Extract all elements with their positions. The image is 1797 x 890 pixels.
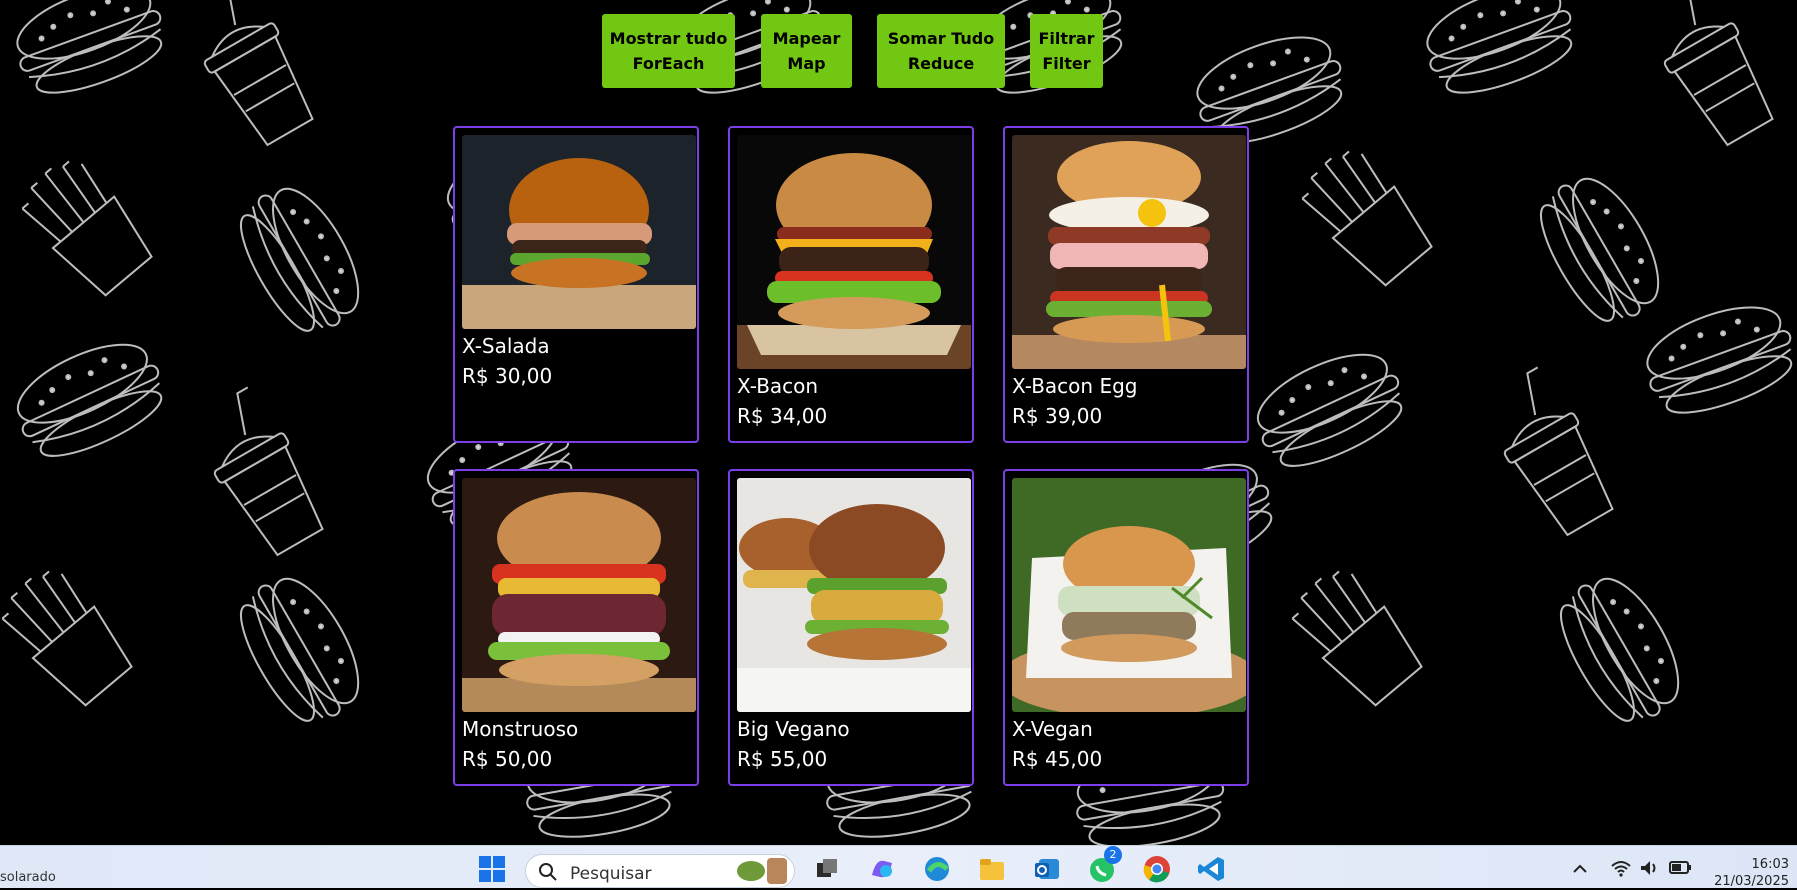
- button-label-line2: Map: [787, 54, 826, 73]
- system-clock[interactable]: 16:03 21/03/2025: [1714, 856, 1789, 890]
- edge-browser-icon[interactable]: [921, 853, 953, 885]
- button-label-line2: Reduce: [907, 54, 975, 73]
- whatsapp-notification-badge: 2: [1104, 846, 1122, 864]
- task-view-icon[interactable]: [811, 853, 843, 885]
- taskbar-search-input[interactable]: Pesquisar: [525, 854, 795, 888]
- product-name: X-Bacon Egg: [1012, 374, 1138, 398]
- product-card-x-bacon[interactable]: X-Bacon R$ 34,00: [728, 126, 974, 443]
- map-button[interactable]: Mapear Map: [761, 14, 852, 88]
- search-icon: [539, 863, 557, 881]
- product-name: Monstruoso: [462, 717, 579, 741]
- clock-time: 16:03: [1751, 857, 1789, 872]
- action-buttons: Mostrar tudo ForEach Mapear Map Somar Tu…: [0, 14, 1797, 88]
- wifi-icon[interactable]: [1610, 858, 1632, 878]
- burger-photo: [462, 478, 696, 712]
- clock-date: 21/03/2025: [1714, 874, 1789, 889]
- button-label-line1: Somar Tudo: [887, 29, 995, 48]
- reduce-button[interactable]: Somar Tudo Reduce: [877, 14, 1005, 88]
- product-name: X-Salada: [462, 334, 550, 358]
- product-price: R$ 34,00: [737, 404, 828, 428]
- file-explorer-icon[interactable]: [976, 853, 1008, 885]
- product-price: R$ 55,00: [737, 747, 828, 771]
- volume-icon[interactable]: [1638, 858, 1660, 878]
- product-price: R$ 39,00: [1012, 404, 1103, 428]
- filter-button[interactable]: Filtrar Filter: [1030, 14, 1103, 88]
- button-label-line1: Mostrar tudo: [609, 29, 728, 48]
- search-placeholder: Pesquisar: [570, 864, 652, 884]
- product-name: X-Vegan: [1012, 717, 1093, 741]
- chevron-up-icon[interactable]: [1570, 859, 1590, 879]
- vscode-icon[interactable]: [1196, 853, 1228, 885]
- product-price: R$ 45,00: [1012, 747, 1103, 771]
- product-card-x-bacon-egg[interactable]: X-Bacon Egg R$ 39,00: [1003, 126, 1249, 443]
- product-card-x-vegan[interactable]: X-Vegan R$ 45,00: [1003, 469, 1249, 786]
- copilot-icon[interactable]: [866, 853, 898, 885]
- burger-photo: [737, 135, 971, 369]
- battery-icon[interactable]: [1668, 859, 1692, 877]
- button-label-line1: Mapear: [772, 29, 841, 48]
- whatsapp-icon[interactable]: 2: [1086, 846, 1122, 885]
- button-label-line2: Filter: [1042, 54, 1091, 73]
- button-label-line1: Filtrar: [1038, 29, 1095, 48]
- button-label-line2: ForEach: [632, 54, 705, 73]
- product-card-big-vegano[interactable]: Big Vegano R$ 55,00: [728, 469, 974, 786]
- taskbar: solarado Pesquisar 2 16:03 21/03/2025: [0, 845, 1797, 890]
- app: Mostrar tudo ForEach Mapear Map Somar Tu…: [0, 0, 1797, 845]
- burger-photo: [1012, 135, 1246, 369]
- product-card-x-salada[interactable]: X-Salada R$ 30,00: [453, 126, 699, 443]
- product-card-monstruoso[interactable]: Monstruoso R$ 50,00: [453, 469, 699, 786]
- product-name: X-Bacon: [737, 374, 819, 398]
- taskbar-left-label: solarado: [0, 870, 56, 885]
- burger-photo: [462, 135, 696, 329]
- search-highlight-icon: [737, 858, 787, 884]
- windows-start-icon[interactable]: [476, 853, 508, 885]
- outlook-icon[interactable]: [1031, 853, 1063, 885]
- product-name: Big Vegano: [737, 717, 850, 741]
- product-price: R$ 30,00: [462, 364, 553, 388]
- foreach-button[interactable]: Mostrar tudo ForEach: [602, 14, 735, 88]
- product-price: R$ 50,00: [462, 747, 553, 771]
- burger-photo: [1012, 478, 1246, 712]
- burger-photo: [737, 478, 971, 712]
- chrome-icon[interactable]: [1141, 853, 1173, 885]
